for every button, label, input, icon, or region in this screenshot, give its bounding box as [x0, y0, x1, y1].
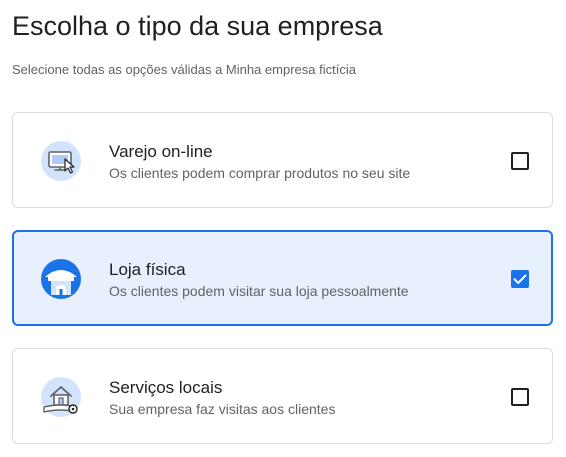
option-description: Os clientes podem comprar produtos no se… — [109, 165, 411, 181]
option-description: Sua empresa faz visitas aos clientes — [109, 401, 336, 417]
storefront-icon — [41, 259, 81, 299]
option-title: Loja física — [109, 260, 186, 279]
local-services-icon — [41, 377, 81, 417]
page-subtitle: Selecione todas as opções válidas a Minh… — [12, 62, 356, 77]
page-title: Escolha o tipo da sua empresa — [12, 11, 383, 41]
option-title: Serviços locais — [109, 378, 223, 397]
option-card-physical-store[interactable]: Loja física Os clientes podem visitar su… — [12, 230, 553, 326]
checkbox-local-services[interactable] — [511, 388, 529, 406]
online-store-icon — [41, 141, 81, 181]
option-title: Varejo on-line — [109, 142, 213, 161]
option-card-online-retail[interactable]: Varejo on-line Os clientes podem comprar… — [12, 112, 553, 208]
option-card-local-services[interactable]: Serviços locais Sua empresa faz visitas … — [12, 348, 553, 444]
checkbox-physical-store[interactable] — [511, 270, 529, 288]
checkbox-online-retail[interactable] — [511, 152, 529, 170]
option-description: Os clientes podem visitar sua loja pesso… — [109, 283, 409, 299]
checkmark-icon — [513, 274, 527, 284]
